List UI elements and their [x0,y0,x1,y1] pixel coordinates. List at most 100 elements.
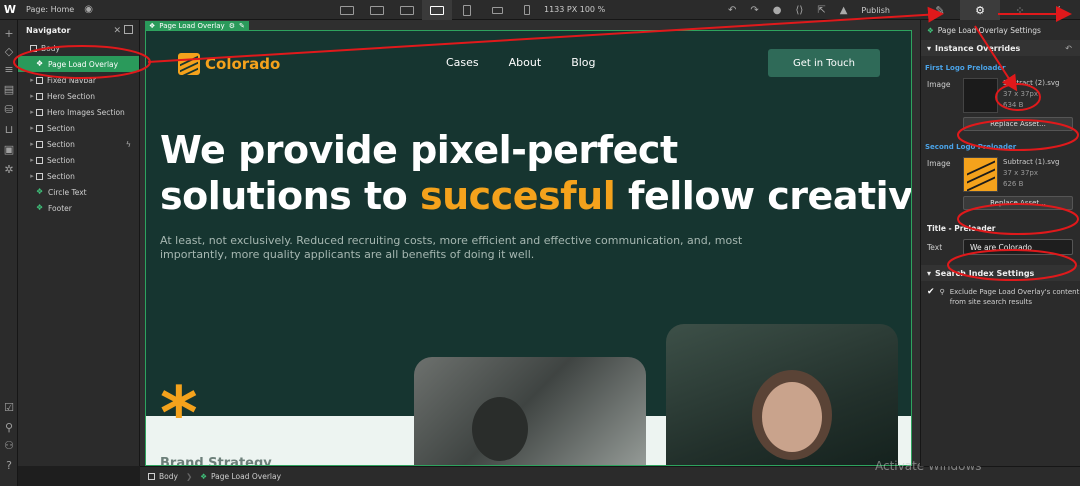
second-logo-image-row: Image Subtract (1).svg 37 x 37px 626 B [921,157,1080,192]
exclude-search-row: ✔ ⚲ Exclude Page Load Overlay's content … [921,287,1080,307]
search-index-header[interactable]: ▾ Search Index Settings [921,265,1080,281]
breakpoint-mobile-icon[interactable] [512,0,542,20]
breakpoint-base-icon[interactable] [422,0,452,20]
pages-icon[interactable]: ▤ [2,82,16,96]
replace-asset-button-2[interactable]: Replace Asset... [963,196,1073,210]
edit-pencil-icon[interactable]: ✎ [239,22,245,30]
first-logo-group-label: First Logo Preloader [925,64,1006,72]
instance-overrides-header[interactable]: ▾ Instance Overrides ↶ [921,40,1080,56]
publish-rocket-icon[interactable]: ▲ [840,5,848,16]
search-icon[interactable]: ⚲ [2,420,16,434]
pin-panel-icon[interactable] [124,25,133,34]
breadcrumb-body[interactable]: Body [140,472,186,481]
style-manager-drops-icon[interactable]: ⁘ [1000,0,1040,20]
component-icon: ❖ [149,22,156,30]
expand-caret-icon[interactable]: ▸ [28,76,36,84]
menu-cases[interactable]: Cases [446,56,479,69]
navigator-item[interactable]: ▸ Hero Images Section [18,104,139,120]
webflow-logo[interactable]: W [0,0,20,20]
expand-caret-icon[interactable]: ▸ [28,124,36,132]
expand-caret-icon[interactable]: ▸ [28,156,36,164]
hero-paragraph[interactable]: At least, not exclusively. Reduced recru… [160,234,800,262]
breakpoint-desktop-icon[interactable] [392,0,422,20]
symbols-icon[interactable]: ◇ [2,44,16,58]
cms-icon[interactable]: ⛁ [2,102,16,116]
hero-image-man[interactable] [414,357,646,465]
navigator-item[interactable]: ▸ Hero Section [18,88,139,104]
settings-gear-icon[interactable]: ⚙ [229,22,235,30]
navigator-item[interactable]: ▸ Section [18,120,139,136]
page-selector[interactable]: Page: Home [26,5,74,14]
headline-highlight: succesful [420,174,616,218]
breakpoint-tablet-icon[interactable] [452,0,482,20]
settings-gear-icon[interactable]: ⚙ [960,0,1000,20]
menu-blog[interactable]: Blog [571,56,595,69]
navigator-layers-icon[interactable]: ≡ [2,62,16,76]
hero-image-woman[interactable] [666,324,898,465]
code-icon[interactable]: ⟨⟩ [796,5,804,16]
reset-overrides-icon[interactable]: ↶ [1065,44,1072,53]
navigator-title: Navigator [26,25,71,35]
design-canvas[interactable]: ❖ Page Load Overlay ⚙ ✎ Colorado Cases A… [140,20,920,466]
element-box-icon [30,44,37,52]
hero-heading[interactable]: We provide pixel-perfect solutions to su… [160,127,911,219]
navigator-item[interactable]: ▸ Section ϟ [18,136,139,152]
second-logo-thumbnail[interactable] [963,157,998,192]
breakpoint-large-icon[interactable] [332,0,362,20]
assets-icon[interactable]: ▣ [2,142,16,156]
navigator-item-label: Page Load Overlay [48,59,119,69]
first-logo-thumbnail[interactable] [963,78,998,113]
interaction-bolt-icon: ϟ [125,139,131,149]
menu-about[interactable]: About [509,56,542,69]
expand-caret-icon[interactable]: ▸ [28,140,36,148]
publish-button[interactable]: Publish [861,6,890,15]
preview-eye-icon[interactable]: ◉ [84,4,93,15]
expand-caret-icon[interactable]: ▸ [28,108,36,116]
navigator-panel: Navigator ✕ Body ❖ Page Load Overlay ▸ Fixed… [18,20,140,466]
share-icon[interactable]: ⇱ [817,5,825,16]
close-icon[interactable]: ✕ [113,26,121,36]
site-logo[interactable]: Colorado [178,53,280,75]
exclude-checkbox[interactable]: ✔ [927,287,935,297]
users-icon[interactable]: ⚇ [2,438,16,452]
replace-asset-button-1[interactable]: Replace Asset... [963,117,1073,131]
interactions-bolt-icon[interactable]: ϟ [1040,0,1080,20]
audit-checkbox-icon[interactable]: ☑ [2,400,16,414]
navigator-item[interactable]: ▸ Section [18,168,139,184]
help-icon[interactable]: ? [2,458,16,472]
style-brush-icon[interactable]: ✎ [920,0,960,20]
top-bar: W Page: Home ◉ 1133 PX 100 % ↶ ↷ ● ⟨⟩ ⇱ … [0,0,1080,20]
add-element-icon[interactable]: + [2,26,16,40]
more-icon[interactable]: ● [773,5,782,16]
get-in-touch-button[interactable]: Get in Touch [768,49,880,77]
navigator-item[interactable]: Body [18,40,139,56]
navigator-item[interactable]: ❖ Circle Text [18,184,139,200]
logo-text: Colorado [205,55,281,73]
breakpoint-desktop-wide-icon[interactable] [362,0,392,20]
element-box-icon [36,108,43,116]
navigator-item[interactable]: ❖ Footer [18,200,139,216]
navigator-item-label: Footer [48,203,72,213]
settings-cog-icon[interactable]: ✲ [2,162,16,176]
chevron-down-icon: ▾ [927,268,932,278]
navigator-item-label: Hero Section [47,91,96,101]
breadcrumb-page-load-overlay[interactable]: ❖ Page Load Overlay [192,472,289,481]
navigator-item[interactable]: ▸ Fixed Navbar [18,72,139,88]
colorado-logo-icon [178,53,200,75]
expand-caret-icon[interactable]: ▸ [28,172,36,180]
title-text-input[interactable]: We are Colorado [963,239,1073,255]
component-icon: ❖ [36,59,44,68]
expand-caret-icon[interactable]: ▸ [28,92,36,100]
redo-icon[interactable]: ↷ [750,5,758,16]
breakpoint-mobile-landscape-icon[interactable] [482,0,512,20]
title-text-row: Text We are Colorado [921,239,1080,255]
title-preloader-heading: Title - Preloader [927,224,996,233]
element-box-icon [36,156,43,164]
brand-strategy-heading[interactable]: Brand Strategy [160,456,272,465]
first-logo-image-row: Image Subtract (2).svg 37 x 37px 634 B [921,78,1080,113]
navigator-item[interactable]: ▸ Section [18,152,139,168]
ecommerce-cart-icon[interactable]: ⊔ [2,122,16,136]
navigator-item[interactable]: ❖ Page Load Overlay [18,56,139,72]
undo-icon[interactable]: ↶ [728,5,736,16]
navigator-item-label: Section [47,171,75,181]
